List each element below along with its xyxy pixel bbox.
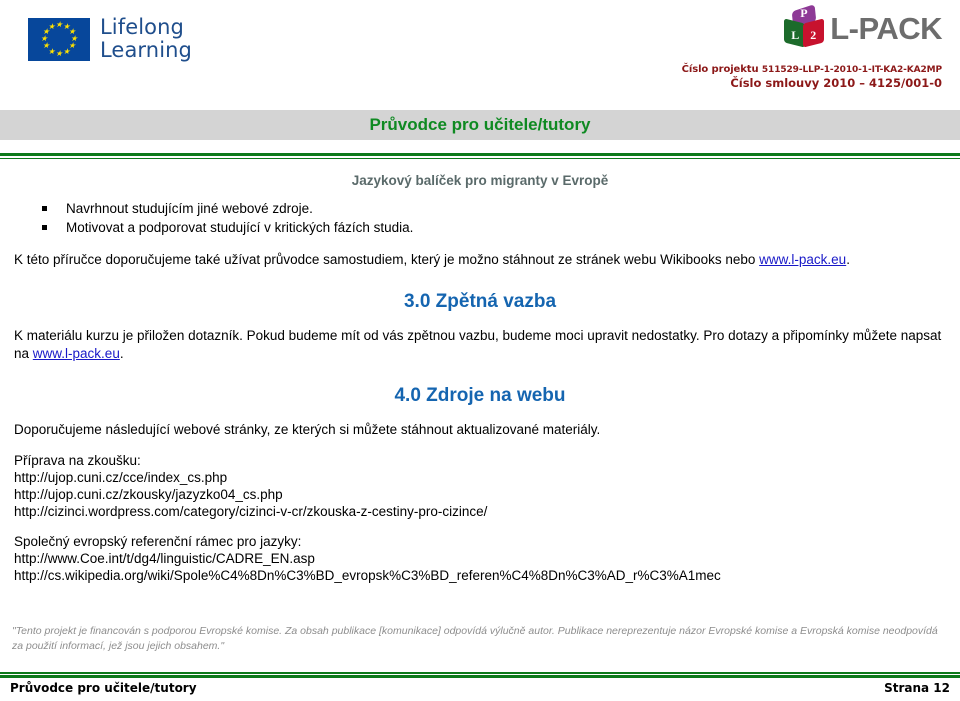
title-rule-gap <box>0 140 960 153</box>
lpack-wordmark: L-PACK <box>830 11 942 46</box>
document-header: Lifelong Learning P L 2 L-PACK Číslo pro… <box>0 0 960 110</box>
footer-page-number: Strana 12 <box>884 681 950 695</box>
feedback-text-before: K materiálu kurzu je přiložen dotazník. … <box>14 328 942 361</box>
intro-text-before: K této příručce doporučujeme také užívat… <box>14 252 756 267</box>
project-number-label: Číslo projektu <box>681 64 759 75</box>
resources-intro-paragraph: Doporučujeme následující webové stránky,… <box>14 422 601 437</box>
resource-group-label: Příprava na zkoušku: <box>14 453 141 468</box>
intro-paragraph: K této příručce doporučujeme také užívat… <box>14 251 946 269</box>
list-item: Navrhnout studujícím jiné webové zdroje. <box>42 199 946 218</box>
document-body: Navrhnout studujícím jiné webové zdroje.… <box>0 199 960 584</box>
resource-url: http://cs.wikipedia.org/wiki/Spole%C4%8D… <box>14 568 721 583</box>
eu-flag-icon <box>28 17 90 61</box>
section-heading-feedback: 3.0 Zpětná vazba <box>403 291 557 312</box>
project-number-value: 511529-LLP-1-2010-1-IT-KA2-KA2MP <box>761 65 942 75</box>
resource-group-exam: Příprava na zkoušku: http://ujop.cuni.cz… <box>14 452 946 520</box>
resource-url: http://ujop.cuni.cz/zkousky/jazyzko04_cs… <box>14 487 283 502</box>
cube-top-letter: P <box>800 6 808 20</box>
eu-lifelong-learning-logo: Lifelong Learning <box>28 16 192 62</box>
funding-disclaimer: "Tento projekt je financován s podporou … <box>12 625 938 652</box>
lpack-branding: P L 2 L-PACK Číslo projektu 511529-LLP-1… <box>682 4 942 90</box>
footer-document-title: Průvodce pro učitele/tutory <box>10 681 197 695</box>
footer-divider <box>0 672 960 678</box>
contract-number-line: Číslo smlouvy 2010 – 4125/001-0 <box>730 76 942 90</box>
section-heading-resources: 4.0 Zdroje na webu <box>394 385 566 406</box>
lpack-website-link[interactable]: www.l-pack.eu <box>759 252 846 267</box>
eu-logo-line-2: Learning <box>100 38 192 62</box>
page-footer: Průvodce pro učitele/tutory Strana 12 <box>10 681 950 695</box>
page-title: Průvodce pro učitele/tutory <box>369 115 591 134</box>
resource-url: http://ujop.cuni.cz/cce/index_cs.php <box>14 470 228 485</box>
cube-right-letter: 2 <box>810 28 817 42</box>
intro-text-after: . <box>846 252 850 267</box>
green-divider-rule-thin <box>0 158 960 159</box>
feedback-website-link[interactable]: www.l-pack.eu <box>33 346 120 361</box>
list-item: Motivovat a podporovat studující v kriti… <box>42 218 946 237</box>
project-identifiers: Číslo projektu 511529-LLP-1-2010-1-IT-KA… <box>682 64 942 90</box>
document-title-band: Průvodce pro učitele/tutory <box>0 110 960 140</box>
eu-logo-line-1: Lifelong <box>100 15 184 39</box>
bullet-list: Navrhnout studujícím jiné webové zdroje.… <box>14 199 946 237</box>
document-page: Lifelong Learning P L 2 L-PACK Číslo pro… <box>0 0 960 701</box>
project-number-line: Číslo projektu 511529-LLP-1-2010-1-IT-KA… <box>682 64 942 75</box>
cube-left-letter: L <box>791 28 800 42</box>
feedback-text-after: . <box>119 346 124 361</box>
feedback-paragraph: K materiálu kurzu je přiložen dotazník. … <box>14 327 946 363</box>
green-divider-rule <box>0 153 960 156</box>
lpack-cube-icon: P L 2 <box>781 4 827 52</box>
lpack-logo: P L 2 L-PACK <box>682 4 942 52</box>
resource-group-cefr: Společný evropský referenční rámec pro j… <box>14 533 946 584</box>
resource-url: http://cizinci.wordpress.com/category/ci… <box>14 504 488 519</box>
resource-group-label: Společný evropský referenční rámec pro j… <box>14 534 302 549</box>
resource-url: http://www.Coe.int/t/dg4/linguistic/CADR… <box>14 551 315 566</box>
eu-logo-text: Lifelong Learning <box>100 16 192 62</box>
document-subtitle: Jazykový balíček pro migranty v Evropě <box>351 173 609 188</box>
